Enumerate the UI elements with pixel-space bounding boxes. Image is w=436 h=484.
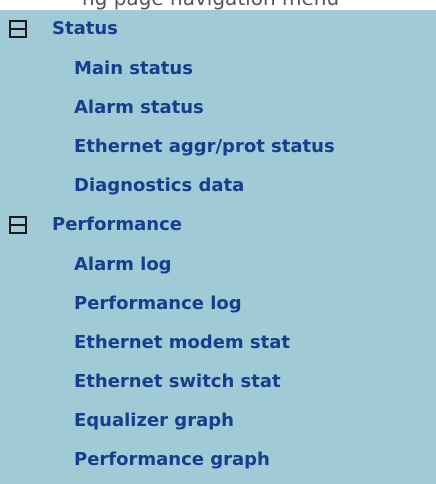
group-header-status[interactable]: Status <box>0 10 436 50</box>
menu-link-ethernet-aggr-prot-status[interactable]: Ethernet aggr/prot status <box>74 136 335 157</box>
menu-link-equalizer-graph[interactable]: Equalizer graph <box>74 410 234 431</box>
navigation-menu: Status Main status Alarm status Ethernet… <box>0 10 436 484</box>
menu-item-ethernet-modem-stat[interactable]: Ethernet modem stat <box>0 324 436 363</box>
menu-group-status: Status Main status Alarm status Ethernet… <box>0 10 436 206</box>
status-item-list: Main status Alarm status Ethernet aggr/p… <box>0 50 436 206</box>
menu-link-ethernet-switch-stat[interactable]: Ethernet switch stat <box>74 371 281 392</box>
menu-item-ethernet-aggr-prot-status[interactable]: Ethernet aggr/prot status <box>0 128 436 167</box>
menu-item-alarm-log[interactable]: Alarm log <box>0 246 436 285</box>
menu-link-diagnostics-data[interactable]: Diagnostics data <box>74 175 244 196</box>
menu-item-diagnostics-data[interactable]: Diagnostics data <box>0 167 436 206</box>
menu-link-alarm-status[interactable]: Alarm status <box>74 97 204 118</box>
menu-item-main-status[interactable]: Main status <box>0 50 436 89</box>
menu-link-performance-graph[interactable]: Performance graph <box>74 449 270 470</box>
menu-link-main-status[interactable]: Main status <box>74 58 193 79</box>
menu-item-performance-graph[interactable]: Performance graph <box>0 441 436 480</box>
collapse-minus-icon[interactable] <box>9 20 27 38</box>
menu-item-performance-log[interactable]: Performance log <box>0 285 436 324</box>
menu-item-equalizer-graph[interactable]: Equalizer graph <box>0 402 436 441</box>
menu-link-alarm-log[interactable]: Alarm log <box>74 254 172 275</box>
group-label-performance[interactable]: Performance <box>52 214 182 235</box>
menu-group-performance: Performance Alarm log Performance log Et… <box>0 206 436 480</box>
group-label-status[interactable]: Status <box>52 18 118 39</box>
page-header-fragment: ng page navigation menu <box>0 0 436 10</box>
performance-item-list: Alarm log Performance log Ethernet modem… <box>0 246 436 480</box>
menu-item-ethernet-switch-stat[interactable]: Ethernet switch stat <box>0 363 436 402</box>
menu-item-alarm-status[interactable]: Alarm status <box>0 89 436 128</box>
group-header-performance[interactable]: Performance <box>0 206 436 246</box>
menu-link-ethernet-modem-stat[interactable]: Ethernet modem stat <box>74 332 290 353</box>
collapse-minus-icon[interactable] <box>9 216 27 234</box>
header-fragment-text: ng page navigation menu <box>82 0 339 10</box>
menu-link-performance-log[interactable]: Performance log <box>74 293 242 314</box>
